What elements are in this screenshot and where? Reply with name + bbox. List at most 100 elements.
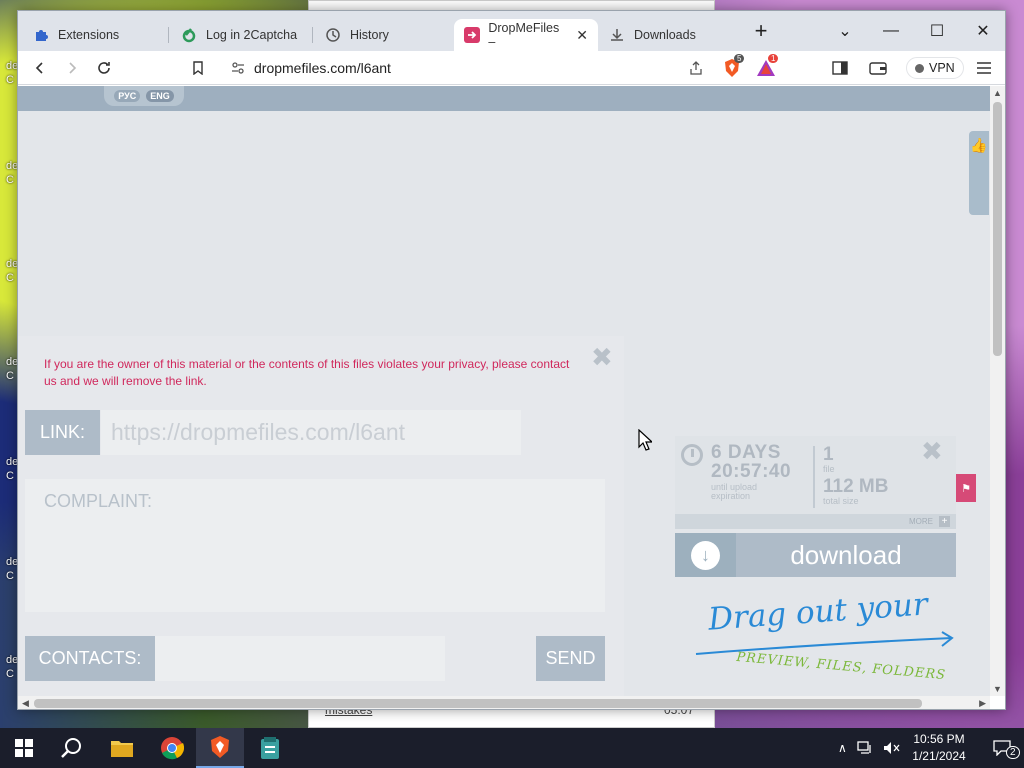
complaint-message: If you are the owner of this material or… xyxy=(44,357,570,388)
clock-icon xyxy=(681,444,703,466)
scroll-left-icon[interactable]: ◀ xyxy=(22,698,29,709)
desktop-icon-label[interactable]: C xyxy=(6,370,14,382)
close-icon[interactable]: ✕ xyxy=(576,27,588,44)
chevron-up-icon[interactable]: ∧ xyxy=(838,741,847,755)
vpn-button[interactable]: VPN xyxy=(906,57,964,79)
desktop-icon-label[interactable]: C xyxy=(6,470,14,482)
close-icon[interactable]: ✖ xyxy=(591,342,613,373)
lang-ru-button[interactable]: РУС xyxy=(114,90,141,102)
send-button[interactable]: SEND xyxy=(536,636,605,681)
tab-downloads[interactable]: Downloads xyxy=(598,19,748,51)
desktop-icon-label[interactable]: C xyxy=(6,74,14,86)
link-field[interactable]: https://dropmefiles.com/l6ant xyxy=(101,410,521,455)
report-flag-button[interactable]: ⚑ xyxy=(956,474,976,502)
scroll-right-icon[interactable]: ▶ xyxy=(979,698,986,709)
bookmark-icon[interactable] xyxy=(186,56,210,80)
total-size-label: total size xyxy=(823,496,859,506)
complaint-panel: If you are the owner of this material or… xyxy=(18,336,624,696)
search-icon xyxy=(61,738,81,758)
2captcha-icon xyxy=(180,26,198,44)
file-count-label: file xyxy=(823,464,835,474)
horizontal-scrollbar[interactable]: ◀ ▶ xyxy=(18,696,990,709)
download-icon-box: ↓ xyxy=(675,533,736,577)
wallet-icon[interactable] xyxy=(866,56,890,80)
vertical-scrollbar[interactable]: ▲ ▼ xyxy=(990,86,1005,696)
contacts-label: CONTACTS: xyxy=(25,636,155,681)
chevron-down-icon[interactable]: ⌄ xyxy=(822,17,868,45)
forward-button[interactable] xyxy=(60,56,84,80)
desktop-icon-label[interactable]: C xyxy=(6,570,14,582)
scroll-up-icon[interactable]: ▲ xyxy=(993,88,1002,98)
window-close-button[interactable]: ✕ xyxy=(960,17,1005,45)
chrome-icon xyxy=(161,737,184,760)
lang-en-button[interactable]: ENG xyxy=(146,90,174,102)
new-tab-button[interactable]: + xyxy=(744,17,778,45)
tab-extensions[interactable]: Extensions xyxy=(22,19,170,51)
reload-button[interactable] xyxy=(92,56,116,80)
more-toggle[interactable]: MORE + xyxy=(675,514,956,529)
tab-label: Extensions xyxy=(58,28,120,42)
file-count: 1 xyxy=(823,444,834,465)
contacts-input[interactable] xyxy=(155,636,445,681)
desktop-icon-label[interactable]: C xyxy=(6,174,14,186)
page-header: РУС ENG xyxy=(18,86,990,111)
desktop-icon-label[interactable]: C xyxy=(6,668,14,680)
download-icon xyxy=(608,26,626,44)
tab-separator xyxy=(312,27,313,43)
close-icon[interactable]: ✖ xyxy=(921,436,943,467)
page-content: РУС ENG 👍 If you are the owner of this m… xyxy=(18,86,990,696)
link-label: LINK: xyxy=(25,410,100,455)
flag-icon: ⚑ xyxy=(961,482,971,495)
tab-label: DropMeFiles – xyxy=(488,21,560,49)
notepad-icon xyxy=(261,737,279,759)
app-button[interactable] xyxy=(246,728,294,768)
notification-count: 2 xyxy=(1006,746,1020,759)
brave-shields-icon[interactable]: 5 xyxy=(720,54,745,80)
tab-dropmefiles[interactable]: DropMeFiles – ✕ xyxy=(454,19,598,51)
rewards-badge: 1 xyxy=(768,54,779,63)
start-button[interactable] xyxy=(0,728,48,768)
clock-date: 1/21/2024 xyxy=(912,749,966,763)
taskbar: ∧ 10:56 PM 1/21/2024 2 xyxy=(0,728,1024,768)
back-button[interactable] xyxy=(28,56,52,80)
notification-center-button[interactable]: 2 xyxy=(982,728,1022,768)
brave-button[interactable] xyxy=(196,728,244,768)
address-bar[interactable]: dropmefiles.com/l6ant xyxy=(222,55,712,81)
brave-rewards-icon[interactable]: 1 xyxy=(754,54,779,80)
download-arrow-icon: ↓ xyxy=(691,540,720,570)
network-icon[interactable] xyxy=(857,741,873,755)
vertical-scroll-thumb[interactable] xyxy=(993,102,1002,356)
timer-caption-line: expiration xyxy=(711,491,751,501)
chrome-button[interactable] xyxy=(148,728,196,768)
tab-label: Log in 2Captcha xyxy=(206,28,298,42)
browser-window: Extensions Log in 2Captcha History DropM… xyxy=(17,10,1006,710)
file-explorer-button[interactable] xyxy=(98,728,146,768)
desktop-icon-label[interactable]: C xyxy=(6,272,14,284)
clock-time: 10:56 PM xyxy=(913,732,965,746)
history-icon xyxy=(324,26,342,44)
tab-2captcha[interactable]: Log in 2Captcha xyxy=(170,19,312,51)
complaint-label: COMPLAINT: xyxy=(44,491,153,511)
url-text[interactable]: dropmefiles.com/l6ant xyxy=(254,60,391,76)
maximize-button[interactable]: ☐ xyxy=(914,17,960,45)
like-button[interactable]: 👍 xyxy=(969,131,989,215)
system-tray: ∧ xyxy=(838,728,901,768)
sidebar-toggle-icon[interactable] xyxy=(828,56,852,80)
dropmefiles-icon xyxy=(464,26,481,44)
search-button[interactable] xyxy=(48,728,96,768)
minimize-button[interactable]: — xyxy=(868,17,914,45)
countdown-timer: 20:57:40 xyxy=(711,461,792,482)
horizontal-scroll-thumb[interactable] xyxy=(34,699,922,708)
language-switcher: РУС ENG xyxy=(104,86,184,106)
menu-icon[interactable] xyxy=(972,56,996,80)
plus-icon: + xyxy=(939,516,950,527)
taskbar-clock[interactable]: 10:56 PM 1/21/2024 xyxy=(898,731,980,765)
scroll-down-icon[interactable]: ▼ xyxy=(993,684,1002,694)
timer-caption: until upload expiration xyxy=(711,483,757,501)
site-settings-icon[interactable] xyxy=(230,60,246,81)
share-icon[interactable] xyxy=(688,60,704,81)
download-label: download xyxy=(790,539,902,570)
tab-history[interactable]: History xyxy=(314,19,452,51)
download-button[interactable]: ↓ download xyxy=(675,533,956,577)
folder-icon xyxy=(111,741,133,757)
